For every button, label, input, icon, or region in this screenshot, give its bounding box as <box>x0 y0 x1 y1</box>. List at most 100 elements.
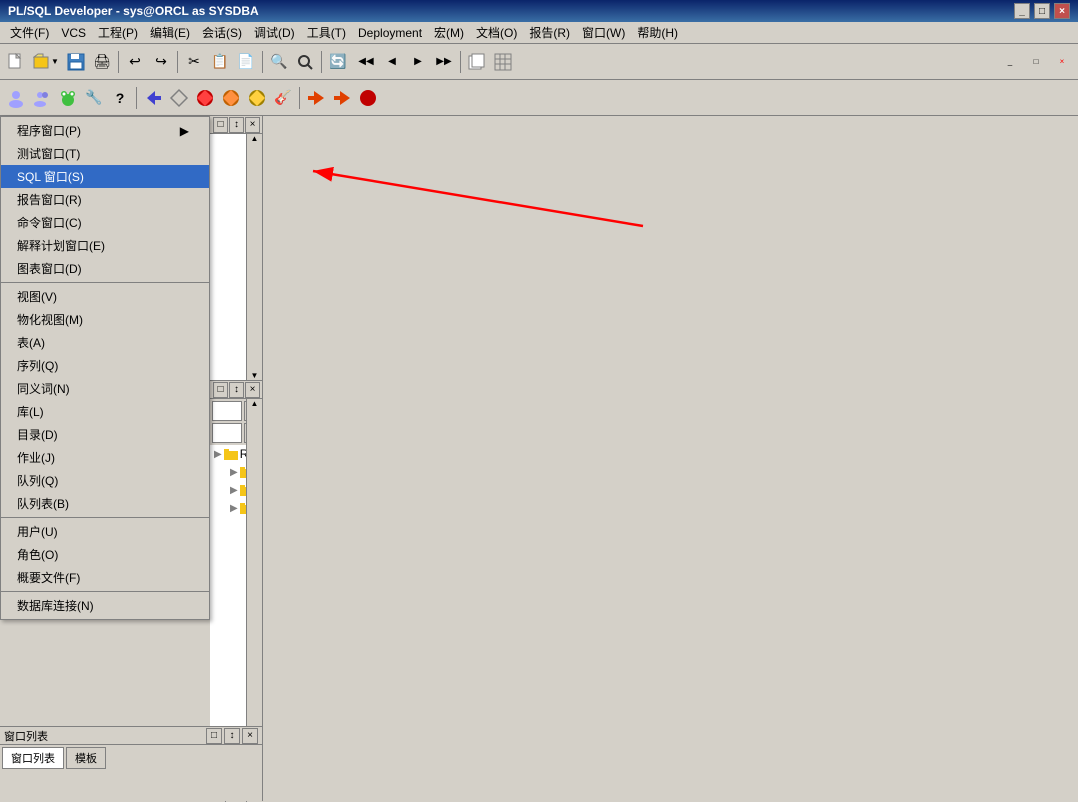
sep5 <box>460 51 461 73</box>
paste-btn[interactable]: 📄 <box>234 50 258 74</box>
menu-user[interactable]: 用户(U) <box>1 520 209 543</box>
tb2-back[interactable] <box>141 86 165 110</box>
find-btn[interactable] <box>293 50 317 74</box>
tree-expand-icon2: ▶ <box>230 464 238 480</box>
tb2-wrench[interactable]: 🔧 <box>82 86 106 110</box>
win-max[interactable]: □ <box>1024 50 1048 74</box>
tb2-guitar[interactable]: 🎸 <box>271 86 295 110</box>
sep6 <box>136 87 137 109</box>
panel-bottom-float[interactable]: ↕ <box>229 382 244 398</box>
menu-queue-table[interactable]: 队列表(B) <box>1 492 209 515</box>
panel-bottom-pin[interactable]: □ <box>213 382 228 398</box>
tb-extra4[interactable]: ▶▶ <box>432 50 456 74</box>
menu-item-reports[interactable]: 报告(R) <box>523 22 576 43</box>
menu-explain-window[interactable]: 解释计划窗口(E) <box>1 234 209 257</box>
folder-icon <box>224 446 238 462</box>
print-btn[interactable]: 🖨 <box>90 50 114 74</box>
tab-template[interactable]: 模板 <box>66 747 106 769</box>
win-close[interactable]: × <box>1050 50 1074 74</box>
panel-bottom-titlebar: □ ↕ × <box>210 381 262 399</box>
dropdown2[interactable] <box>212 423 242 443</box>
menu-item-debug[interactable]: 调试(D) <box>248 22 301 43</box>
copy-btn[interactable]: 📋 <box>208 50 232 74</box>
menu-job[interactable]: 作业(J) <box>1 446 209 469</box>
tb-grid[interactable] <box>491 50 515 74</box>
window-list-tabs: 窗口列表 模板 <box>0 745 262 771</box>
menu-synonym[interactable]: 同义词(N) <box>1 377 209 400</box>
tb2-users[interactable] <box>30 86 54 110</box>
menu-item-project[interactable]: 工程(P) <box>92 22 144 43</box>
menu-report-window[interactable]: 报告窗口(R) <box>1 188 209 211</box>
menu-item-vcs[interactable]: VCS <box>55 24 92 42</box>
toolbar-1: ▼ 🖨 ↩ ↪ ✂ 📋 📄 🔍 🔄 ◀◀ ◀ ▶ ▶▶ _ □ × <box>0 44 1078 80</box>
wl-close[interactable]: × <box>242 728 258 744</box>
menu-queue[interactable]: 队列(Q) <box>1 469 209 492</box>
menu-item-macro[interactable]: 宏(M) <box>428 22 470 43</box>
vscroll2-up[interactable]: ▲ <box>251 399 259 408</box>
tb2-red1[interactable] <box>193 86 217 110</box>
save-btn[interactable] <box>64 50 88 74</box>
tb-extra2[interactable]: ◀ <box>380 50 404 74</box>
tb-copy2[interactable] <box>465 50 489 74</box>
panel-top-titlebar: □ ↕ × <box>210 116 262 134</box>
minimize-btn[interactable]: _ <box>1014 3 1030 19</box>
menu-prog-window[interactable]: 程序窗口(P) ▶ <box>1 119 209 142</box>
menu-cmd-window[interactable]: 命令窗口(C) <box>1 211 209 234</box>
dropdown1[interactable] <box>212 401 242 421</box>
tb2-diamond[interactable] <box>167 86 191 110</box>
tb-extra1[interactable]: ◀◀ <box>354 50 378 74</box>
redo-btn[interactable]: ↪ <box>149 50 173 74</box>
tb2-user[interactable] <box>4 86 28 110</box>
menu-item-file[interactable]: 文件(F) <box>4 22 55 43</box>
panel-bottom-close[interactable]: × <box>245 382 260 398</box>
menu-role[interactable]: 角色(O) <box>1 543 209 566</box>
tb-extra3[interactable]: ▶ <box>406 50 430 74</box>
wl-pin[interactable]: □ <box>206 728 222 744</box>
vscroll-down[interactable]: ▼ <box>251 371 259 380</box>
menu-directory[interactable]: 目录(D) <box>1 423 209 446</box>
arrow-annotation <box>263 116 1078 801</box>
tb2-arrow2[interactable] <box>330 86 354 110</box>
panel-top-float[interactable]: ↕ <box>229 117 244 133</box>
tb2-arrow1[interactable] <box>304 86 328 110</box>
tb2-red2[interactable] <box>356 86 380 110</box>
cut-btn[interactable]: ✂ <box>182 50 206 74</box>
menu-item-docs[interactable]: 文档(O) <box>470 22 523 43</box>
menu-test-window[interactable]: 测试窗口(T) <box>1 142 209 165</box>
menu-item-deployment[interactable]: Deployment <box>352 24 428 42</box>
close-btn[interactable]: × <box>1054 3 1070 19</box>
title-text: PL/SQL Developer - sys@ORCL as SYSDBA <box>8 4 259 18</box>
tab-window-list[interactable]: 窗口列表 <box>2 747 64 769</box>
new-btn[interactable] <box>4 50 28 74</box>
menu-mview[interactable]: 物化视图(M) <box>1 308 209 331</box>
open-btn[interactable]: ▼ <box>30 50 62 74</box>
menu-item-help[interactable]: 帮助(H) <box>631 22 684 43</box>
right-panel <box>263 116 1078 801</box>
tb2-yellow[interactable] <box>245 86 269 110</box>
menu-view[interactable]: 视图(V) <box>1 285 209 308</box>
menu-db-conn[interactable]: 数据库连接(N) <box>1 594 209 617</box>
tb2-orange[interactable] <box>219 86 243 110</box>
tb2-frog[interactable] <box>56 86 80 110</box>
wl-float[interactable]: ↕ <box>224 728 240 744</box>
maximize-btn[interactable]: □ <box>1034 3 1050 19</box>
tb2-help[interactable]: ? <box>108 86 132 110</box>
refresh-btn[interactable]: 🔄 <box>326 50 350 74</box>
menu-library[interactable]: 库(L) <box>1 400 209 423</box>
menu-item-window[interactable]: 窗口(W) <box>576 22 631 43</box>
menu-profile[interactable]: 概要文件(F) <box>1 566 209 589</box>
undo-btn[interactable]: ↩ <box>123 50 147 74</box>
menu-item-edit[interactable]: 编辑(E) <box>144 22 196 43</box>
sep2 <box>177 51 178 73</box>
menu-sql-window[interactable]: SQL 窗口(S) <box>1 165 209 188</box>
panel-top-pin[interactable]: □ <box>213 117 228 133</box>
menu-chart-window[interactable]: 图表窗口(D) <box>1 257 209 280</box>
menu-item-session[interactable]: 会话(S) <box>196 22 248 43</box>
menu-table[interactable]: 表(A) <box>1 331 209 354</box>
menu-sequence[interactable]: 序列(Q) <box>1 354 209 377</box>
win-min[interactable]: _ <box>998 50 1022 74</box>
search-btn[interactable]: 🔍 <box>267 50 291 74</box>
vscroll-up[interactable]: ▲ <box>251 134 259 143</box>
panel-top-close[interactable]: × <box>245 117 260 133</box>
menu-item-tools[interactable]: 工具(T) <box>301 22 352 43</box>
